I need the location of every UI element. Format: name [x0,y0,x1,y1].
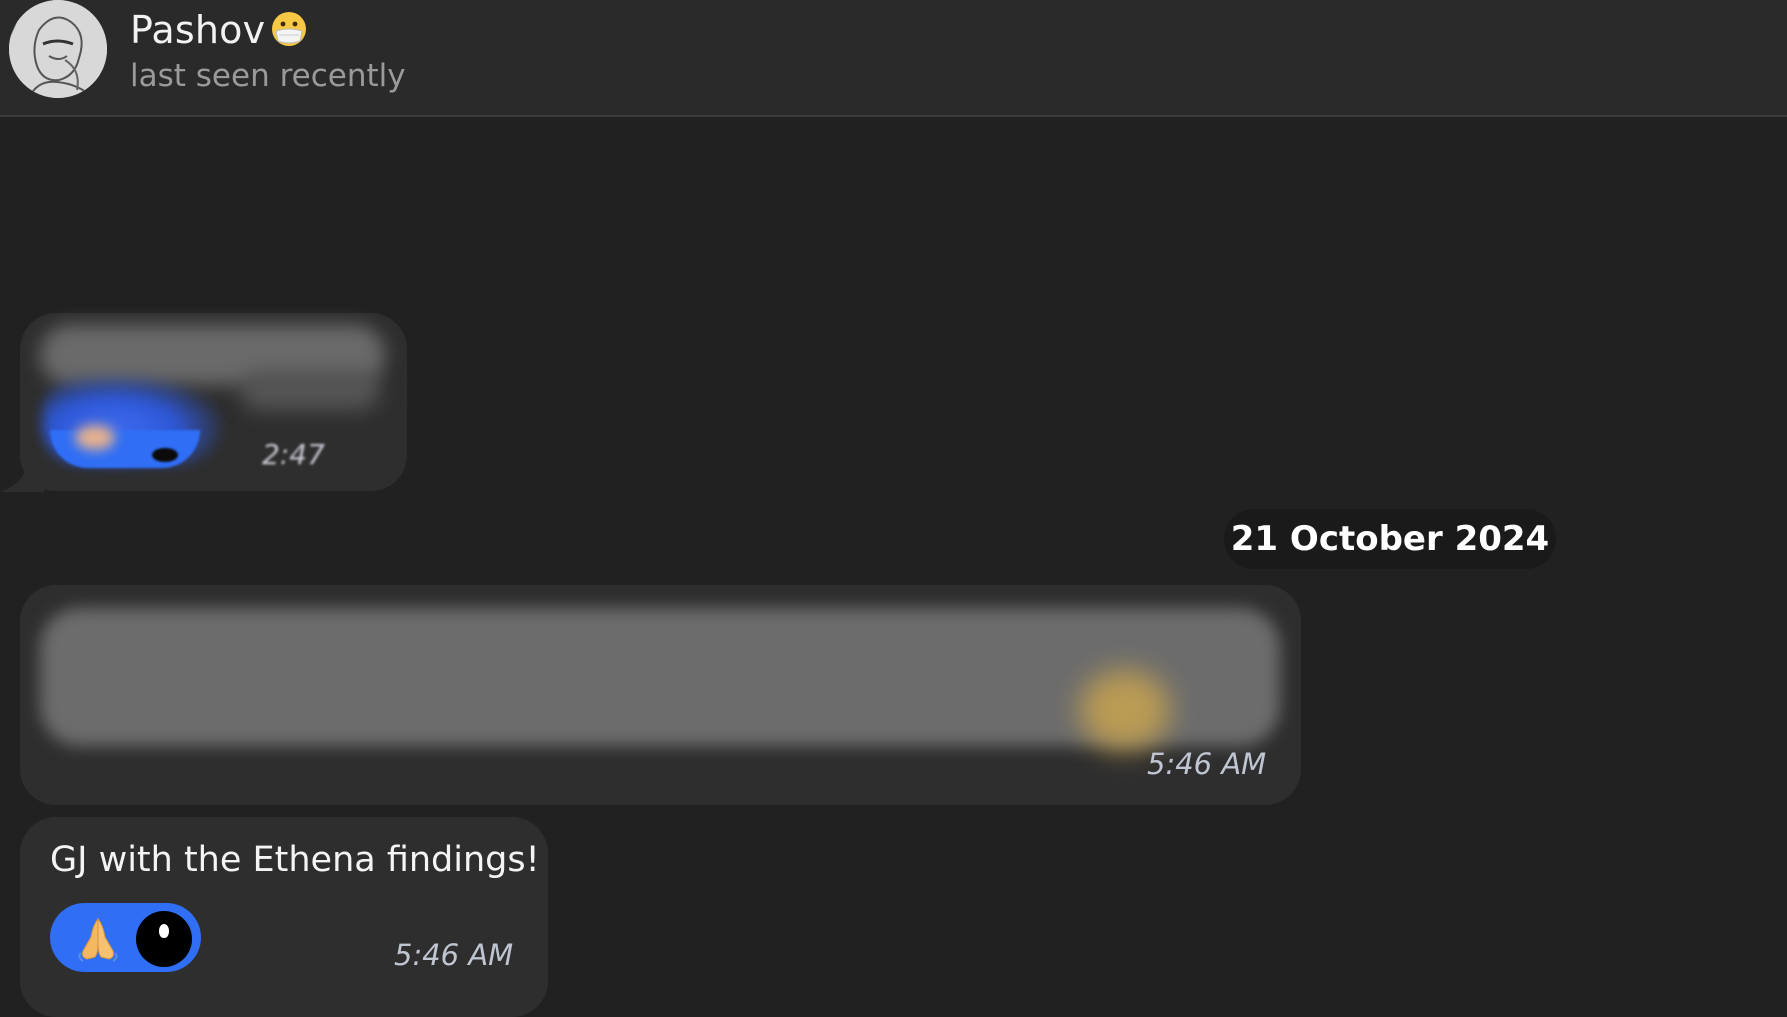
message-time: 5:46 AM [394,938,514,972]
blurred-content [240,370,380,410]
folded-hands-emoji-icon [78,917,118,962]
blurred-content [50,430,200,468]
message-time: 5:46 AM [1147,747,1267,781]
date-separator: 21 October 2024 [1224,509,1556,569]
contact-status: last seen recently [130,58,406,94]
blurred-content [1080,670,1170,750]
face-with-mask-emoji-icon [272,12,306,46]
blurred-content [75,425,115,450]
reactor-avatar-mark [159,924,169,938]
contact-name: Pashov [130,8,266,52]
bubble-tail-icon [0,462,44,492]
message-time: 2:47 PM [262,438,325,472]
chat-header[interactable]: Pashov last seen recently [0,0,1787,117]
message-text: GJ with the Ethena findings! [50,840,540,880]
contact-avatar[interactable] [9,0,107,98]
blurred-content [152,448,178,462]
black-circle-avatar-icon [136,911,192,967]
sketch-portrait-avatar-icon [9,0,107,98]
